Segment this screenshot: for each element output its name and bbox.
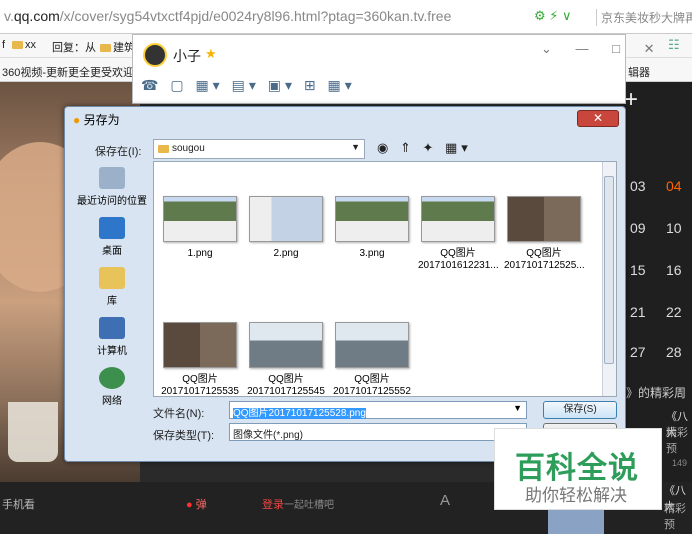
- episode-number[interactable]: 16: [666, 262, 682, 278]
- watermark-subtitle: 助你轻松解决: [525, 486, 627, 505]
- network-icon: [99, 367, 125, 389]
- folder-icon: [158, 145, 169, 153]
- place-computer[interactable]: 计算机: [71, 317, 153, 357]
- chevron-down-icon[interactable]: ▼: [513, 403, 522, 413]
- apps-icon[interactable]: ☷: [668, 37, 680, 53]
- place-recent[interactable]: 最近访问的位置: [71, 167, 153, 207]
- mobile-watch-link[interactable]: 手机看: [2, 496, 35, 512]
- file-item[interactable]: QQ图片 20171017125535: [160, 322, 240, 398]
- dialog-title: ● 另存为: [73, 113, 120, 127]
- comment-hint[interactable]: 一起吐槽吧: [284, 496, 334, 511]
- add-icon[interactable]: +: [624, 86, 638, 114]
- qq-icon: ●: [73, 113, 84, 127]
- place-desktop[interactable]: 桌面: [71, 217, 153, 257]
- episode-number[interactable]: 10: [666, 220, 682, 236]
- bookmark-item[interactable]: 建筑: [100, 39, 135, 55]
- places-bar: 最近访问的位置 桌面 库 计算机 网络: [71, 161, 153, 409]
- save-in-value: sougou: [172, 143, 205, 154]
- episode-number[interactable]: 03: [630, 178, 646, 194]
- danmu-toggle[interactable]: ● 弹: [186, 496, 207, 512]
- qq-avatar[interactable]: [143, 43, 167, 67]
- chat-toolbar[interactable]: ☎ ▢ ▦▾ ▤▾ ▣▾ ⊞ ▦▾: [141, 77, 356, 94]
- thumbnail[interactable]: [548, 506, 604, 534]
- login-link[interactable]: 登录: [262, 496, 284, 512]
- bookmark-360[interactable]: 360视频-更新更全更受欢迎: [2, 64, 134, 80]
- file-thumbnail: [163, 196, 237, 242]
- promo-link[interactable]: 京东美妆秒大牌再来: [596, 9, 692, 26]
- bookmark-prefix: f: [2, 39, 6, 51]
- chevron-down-icon[interactable]: ▼: [351, 142, 360, 152]
- nav-toolbar[interactable]: ◉ ⇑ ✦ ▦▾: [377, 140, 472, 156]
- file-thumbnail: [335, 196, 409, 242]
- save-in-label: 保存在(I):: [95, 146, 142, 158]
- filename-label: 文件名(N):: [153, 408, 205, 420]
- view-count: 149: [672, 458, 688, 468]
- bookmark-item[interactable]: xx: [12, 39, 36, 51]
- address-icons[interactable]: ⚙ ⚡ ∨: [534, 8, 572, 24]
- file-thumbnail: [249, 322, 323, 368]
- file-item[interactable]: QQ图片 20171017125552: [332, 322, 412, 398]
- episode-number[interactable]: 09: [630, 220, 646, 236]
- file-item[interactable]: QQ图片 20171017125545: [246, 322, 326, 398]
- folder-icon: [12, 41, 23, 49]
- scrollbar[interactable]: [602, 162, 616, 396]
- file-list[interactable]: 1.png 2.png 3.png QQ图片 2017101612231... Q…: [153, 161, 617, 397]
- highlights-title[interactable]: 》的精彩周: [626, 384, 686, 401]
- address-bar[interactable]: v.qq.com/x/cover/syg54vtxctf4pjd/e0024ry…: [0, 0, 692, 34]
- place-network[interactable]: 网络: [71, 367, 153, 407]
- url-text[interactable]: v.qq.com/x/cover/syg54vtxctf4pjd/e0024ry…: [4, 8, 451, 24]
- qq-chat-window[interactable]: 小子 ★ ⌄ — □ ✕ ☎ ▢ ▦▾ ▤▾ ▣▾ ⊞ ▦▾: [132, 34, 654, 104]
- related-video-sub: 精彩预: [666, 427, 688, 455]
- close-button[interactable]: ✕: [577, 110, 619, 127]
- save-as-dialog[interactable]: ● 另存为 ✕ 保存在(I): sougou ▼ ◉ ⇑ ✦ ▦▾ 最近访问的位…: [64, 106, 626, 462]
- desktop-icon: [99, 217, 125, 239]
- bookmark-item[interactable]: 回复：从: [52, 39, 96, 55]
- related-video-sub: 精彩预: [664, 503, 686, 531]
- save-button[interactable]: 保存(S): [543, 401, 617, 419]
- episode-panel: + 03 04 09 10 15 16 21 22 27 28 》的精彩周 《八…: [620, 82, 692, 482]
- filetype-label: 保存类型(T):: [153, 430, 215, 442]
- place-library[interactable]: 库: [71, 267, 153, 307]
- file-item[interactable]: QQ图片 2017101712525...: [504, 196, 585, 272]
- bookmark-editor[interactable]: 辑器: [628, 64, 650, 80]
- filename-value: QQ图片20171017125528.png: [233, 408, 366, 419]
- video-cup: [8, 402, 58, 462]
- font-icon[interactable]: A: [440, 492, 450, 509]
- window-controls[interactable]: ⌄ — □ ✕: [541, 41, 664, 57]
- episode-number[interactable]: 22: [666, 304, 682, 320]
- file-thumbnail: [163, 322, 237, 368]
- file-item[interactable]: QQ图片 2017101612231...: [418, 196, 499, 272]
- library-icon: [99, 267, 125, 289]
- filetype-select[interactable]: 图像文件(*.png): [229, 423, 527, 441]
- episode-number[interactable]: 27: [630, 344, 646, 360]
- scrollbar-thumb[interactable]: [604, 176, 614, 364]
- watermark-logo: 百科全说 助你轻松解决: [494, 428, 662, 510]
- filename-input[interactable]: QQ图片20171017125528.png ▼: [229, 401, 527, 419]
- computer-icon: [99, 317, 125, 339]
- episode-number-current[interactable]: 04: [666, 178, 682, 194]
- star-icon: ★: [205, 46, 217, 61]
- episode-number[interactable]: 28: [666, 344, 682, 360]
- episode-number[interactable]: 21: [630, 304, 646, 320]
- save-in-dropdown[interactable]: sougou ▼: [153, 139, 365, 159]
- file-item[interactable]: 1.png: [160, 196, 240, 260]
- file-thumbnail: [249, 196, 323, 242]
- folder-icon: [100, 44, 111, 52]
- contact-name: 小子: [173, 48, 201, 64]
- file-thumbnail: [421, 196, 495, 242]
- recent-icon: [99, 167, 125, 189]
- file-item[interactable]: 2.png: [246, 196, 326, 260]
- file-item[interactable]: 3.png: [332, 196, 412, 260]
- file-thumbnail: [507, 196, 581, 242]
- episode-number[interactable]: 15: [630, 262, 646, 278]
- file-thumbnail: [335, 322, 409, 368]
